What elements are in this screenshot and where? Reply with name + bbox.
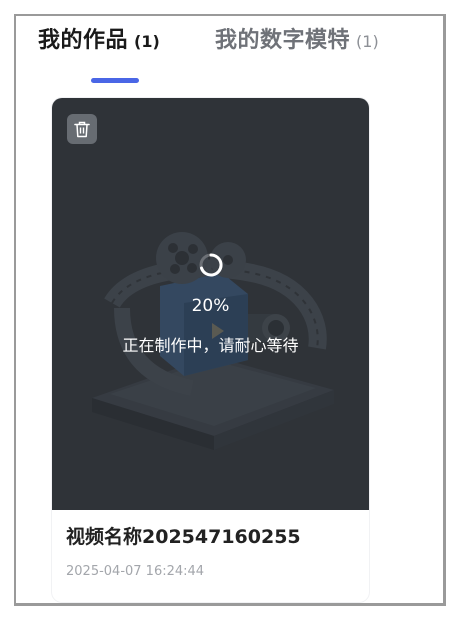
tab-my-digital-models-count: (1) bbox=[356, 32, 379, 51]
tab-my-works[interactable]: 我的作品 (1) bbox=[38, 22, 160, 54]
processing-overlay: 20% 正在制作中，请耐心等待 bbox=[52, 98, 369, 510]
progress-percent: 20% bbox=[191, 296, 230, 316]
tab-my-digital-models[interactable]: 我的数字模特 (1) bbox=[215, 22, 379, 54]
loading-spinner-icon bbox=[199, 253, 223, 277]
video-thumbnail: 20% 正在制作中，请耐心等待 bbox=[52, 98, 369, 510]
tab-my-works-count: (1) bbox=[134, 32, 160, 51]
tab-my-works-label: 我的作品 bbox=[38, 28, 129, 53]
tab-my-digital-models-label: 我的数字模特 bbox=[215, 28, 351, 53]
active-tab-indicator bbox=[91, 78, 139, 83]
video-card[interactable]: 20% 正在制作中，请耐心等待 视频名称202547160255 2025-04… bbox=[52, 98, 369, 602]
video-date: 2025-04-07 16:24:44 bbox=[66, 564, 205, 579]
processing-status: 正在制作中，请耐心等待 bbox=[122, 336, 299, 355]
video-title: 视频名称202547160255 bbox=[66, 526, 301, 548]
tab-bar: 我的作品 (1) 我的数字模特 (1) bbox=[38, 22, 438, 83]
